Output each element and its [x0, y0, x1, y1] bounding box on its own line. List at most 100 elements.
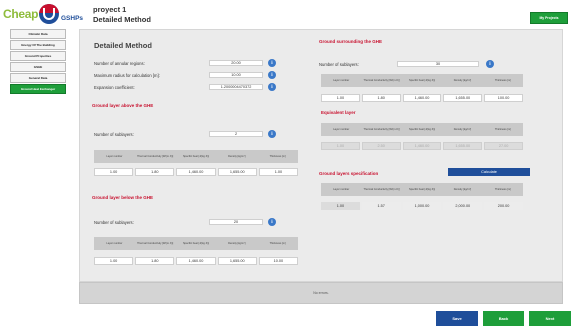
- layer-number-cell: 1.00: [321, 202, 360, 210]
- density-cell: 2,000.00: [443, 202, 483, 210]
- specific-heat-cell: 1,460.00: [402, 142, 442, 150]
- status-message: No errors.: [313, 291, 329, 295]
- specific-heat-cell[interactable]: 1,460.00: [176, 257, 216, 265]
- conductivity-cell: 1.57: [361, 202, 401, 210]
- surrounding-heading: Ground surrounding the GHE: [319, 39, 382, 44]
- column-header: Thickness [m]: [494, 128, 511, 131]
- below-table-header: Layer number Thermal Conductivity [W/(m·…: [94, 237, 298, 250]
- column-header: Specific heat [J/(kg·K)]: [182, 155, 210, 158]
- column-header: Thickness [m]: [269, 242, 286, 245]
- below-layer-heading: Ground layer below the GHE: [92, 195, 154, 200]
- surrounding-sublayers-input[interactable]: 30: [397, 61, 479, 67]
- max-radius-input[interactable]: 10.00: [209, 72, 263, 78]
- density-cell[interactable]: 1,655.00: [217, 257, 257, 265]
- sidebar-item-ground-heat-exchanger[interactable]: Ground Heat Exchanger: [10, 84, 66, 94]
- above-table-header: Layer number Thermal Conductivity [W/(m·…: [94, 150, 298, 163]
- info-icon[interactable]: i: [268, 71, 276, 79]
- conductivity-cell[interactable]: 1.80: [361, 94, 401, 102]
- my-projects-button[interactable]: My Projects: [530, 12, 568, 24]
- sidebar: Climatic Data Energy Of The Building Gro…: [10, 29, 66, 95]
- app-logo: Cheap GSHPs: [3, 4, 85, 24]
- equivalent-table-header: Layer number Thermal Conductivity [W/(m·…: [321, 123, 523, 136]
- sidebar-item-climatic-data[interactable]: Climatic Data: [10, 29, 66, 39]
- save-button[interactable]: Save: [436, 311, 478, 326]
- above-sublayers-label: Number of sublayers:: [94, 132, 134, 137]
- column-header: Specific heat [J/(kg·K)]: [408, 79, 436, 82]
- column-header: Specific heat [J/(kg·K)]: [408, 188, 436, 191]
- below-sublayers-input[interactable]: 20: [209, 219, 263, 225]
- column-header: Density [kg/m³]: [453, 128, 472, 131]
- layer-number-cell[interactable]: 1.00: [94, 168, 134, 176]
- column-header: Thermal Conductivity [W/(m·K)]: [363, 79, 400, 82]
- thickness-cell[interactable]: 1.00: [258, 168, 299, 176]
- column-header: Thickness [m]: [269, 155, 286, 158]
- specific-heat-cell[interactable]: 1,460.00: [176, 168, 216, 176]
- back-button[interactable]: Back: [483, 311, 524, 326]
- sidebar-item-ground-properties[interactable]: Ground Properties: [10, 51, 66, 61]
- column-header: Thickness [m]: [494, 79, 511, 82]
- layer-number-cell[interactable]: 1.00: [94, 257, 134, 265]
- specific-heat-cell[interactable]: 1,460.00: [402, 94, 442, 102]
- density-cell[interactable]: 1,655.00: [443, 94, 483, 102]
- layer-number-cell[interactable]: 1.00: [321, 94, 360, 102]
- annular-regions-label: Number of annular regions:: [94, 61, 145, 66]
- table-row: 1.00 2.50 1,460.00 1,655.00 27.00: [321, 142, 523, 150]
- table-row: 1.00 1.80 1,460.00 1,655.00 10.00: [94, 257, 299, 265]
- next-button[interactable]: Next: [529, 311, 571, 326]
- sidebar-item-gshe[interactable]: GSHE: [10, 62, 66, 72]
- logo-gshps-text: GSHPs: [61, 15, 84, 22]
- conductivity-cell[interactable]: 1.80: [135, 168, 175, 176]
- logo-cheap-text: Cheap: [3, 7, 39, 21]
- column-header: Layer number: [333, 128, 350, 131]
- sidebar-item-energy-building[interactable]: Energy Of The Building: [10, 40, 66, 50]
- conductivity-cell[interactable]: 1.80: [135, 257, 175, 265]
- column-header: Thickness [m]: [494, 188, 511, 191]
- table-row: 1.00 1.80 1,460.00 1,655.00 1.00: [94, 168, 299, 176]
- info-icon[interactable]: i: [486, 60, 494, 68]
- main-panel: Detailed Method Number of annular region…: [79, 29, 563, 282]
- annular-regions-input[interactable]: 20.00: [209, 60, 263, 66]
- info-icon[interactable]: i: [268, 130, 276, 138]
- info-icon[interactable]: i: [268, 83, 276, 91]
- section-title: Detailed Method: [93, 15, 151, 24]
- column-header: Layer number: [333, 188, 350, 191]
- max-radius-label: Maximum radius for calculation [m]:: [94, 73, 160, 78]
- column-header: Density [kg/m³]: [453, 188, 472, 191]
- conductivity-cell: 2.50: [361, 142, 401, 150]
- thickness-cell[interactable]: 100.00: [484, 94, 523, 102]
- app-header: Cheap GSHPs proyect 1 Detailed Method My…: [0, 0, 573, 27]
- thickness-cell: 200.00: [484, 202, 523, 210]
- info-icon[interactable]: i: [268, 218, 276, 226]
- above-sublayers-input[interactable]: 2: [209, 131, 263, 137]
- column-header: Specific heat [J/(kg·K)]: [408, 128, 436, 131]
- column-header: Density [kg/m³]: [228, 242, 246, 245]
- column-header: Thermal Conductivity [W/(m·K)]: [137, 242, 174, 245]
- equivalent-layer-heading: Equivalent layer: [321, 110, 356, 115]
- column-header: Specific heat [J/(kg·K)]: [182, 242, 210, 245]
- thickness-cell: 27.00: [484, 142, 523, 150]
- column-header: Thermal Conductivity [W/(m·K)]: [137, 155, 174, 158]
- specification-heading: Ground layers specification: [319, 171, 379, 176]
- logo-emblem-icon: [39, 4, 59, 24]
- column-header: Layer number: [106, 242, 123, 245]
- thickness-cell[interactable]: 10.00: [258, 257, 299, 265]
- calculate-button[interactable]: Calculate: [448, 168, 530, 176]
- density-cell: 1,655.00: [443, 142, 483, 150]
- specific-heat-cell: 1,000.00: [402, 202, 442, 210]
- column-header: Thermal Conductivity [W/(m·K)]: [363, 128, 400, 131]
- info-icon[interactable]: i: [268, 59, 276, 67]
- column-header: Thermal Conductivity [W/(m·K)]: [363, 188, 400, 191]
- surrounding-sublayers-label: Number of sublayers:: [319, 62, 359, 67]
- column-header: Density [kg/m³]: [453, 79, 472, 82]
- column-header: Layer number: [333, 79, 350, 82]
- expansion-coefficient-input[interactable]: 1.2000004470372: [209, 84, 263, 90]
- specification-table-header: Layer number Thermal Conductivity [W/(m·…: [321, 183, 523, 196]
- project-title: proyect 1: [93, 5, 127, 14]
- column-header: Density [kg/m³]: [228, 155, 246, 158]
- sidebar-item-general-data[interactable]: General Data: [10, 73, 66, 83]
- status-bar: No errors.: [79, 282, 563, 304]
- above-layer-heading: Ground layer above the GHE: [92, 103, 154, 108]
- surrounding-table-header: Layer number Thermal Conductivity [W/(m·…: [321, 74, 523, 87]
- below-sublayers-label: Number of sublayers:: [94, 220, 134, 225]
- density-cell[interactable]: 1,655.00: [217, 168, 257, 176]
